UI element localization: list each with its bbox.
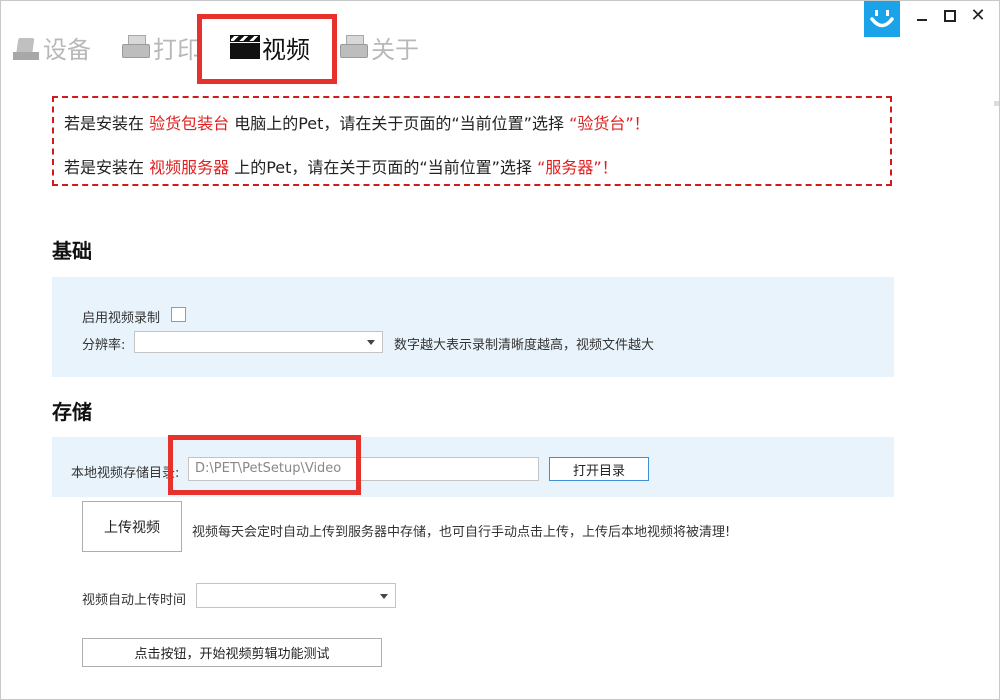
auto-upload-time-select[interactable] <box>196 583 396 608</box>
resolution-label: 分辨率: <box>82 338 126 353</box>
notice-line-2: 若是安装在 视频服务器 上的Pet，请在关于页面的“当前位置”选择 “服务器”！ <box>64 154 618 178</box>
device-icon <box>13 34 41 60</box>
notice-highlight: “验货台”！ <box>569 114 650 133</box>
maximize-button[interactable] <box>939 5 961 27</box>
notice-line-1: 若是安装在 验货包装台 电脑上的Pet，请在关于页面的“当前位置”选择 “验货台… <box>64 110 650 134</box>
resolution-select[interactable] <box>134 331 383 353</box>
enable-recording-checkbox[interactable] <box>171 307 186 322</box>
notice-text: 电脑上的Pet，请在关于页面的“当前位置”选择 <box>229 114 570 133</box>
upload-video-button[interactable]: 上传视频 <box>82 501 182 552</box>
close-icon: ✕ <box>970 5 986 26</box>
chevron-down-icon <box>380 594 388 599</box>
chevron-down-icon <box>367 340 375 345</box>
printer-icon <box>339 34 369 60</box>
smiley-icon <box>870 10 894 28</box>
maximize-icon <box>944 10 956 22</box>
basic-panel <box>52 277 894 377</box>
printer-icon <box>121 34 151 60</box>
notice-highlight: “服务器”！ <box>537 158 618 177</box>
tab-about-label: 关于 <box>371 35 419 64</box>
notice-box: 若是安装在 验货包装台 电脑上的Pet，请在关于页面的“当前位置”选择 “验货台… <box>52 96 892 186</box>
auto-upload-time-label: 视频自动上传时间 <box>82 593 187 608</box>
notice-text: 若是安装在 <box>64 158 150 177</box>
basic-section-title: 基础 <box>52 239 92 263</box>
storage-dir-highlight <box>168 435 361 495</box>
tab-device[interactable]: 设备 <box>13 27 91 67</box>
minimize-icon <box>917 19 927 21</box>
resolution-hint: 数字越大表示录制清晰度越高，视频文件越大 <box>394 338 655 353</box>
storage-section-title: 存储 <box>52 400 92 424</box>
tab-about[interactable]: 关于 <box>339 27 419 67</box>
enable-recording-label: 启用视频录制 <box>82 311 161 326</box>
app-logo[interactable] <box>864 1 900 37</box>
video-edit-test-button[interactable]: 点击按钮，开始视频剪辑功能测试 <box>82 638 382 667</box>
scrollbar-notch <box>994 101 999 106</box>
notice-highlight: 视频服务器 <box>149 158 230 177</box>
close-button[interactable]: ✕ <box>967 5 989 27</box>
tab-print-label: 打印 <box>153 35 201 64</box>
tab-device-label: 设备 <box>43 35 91 64</box>
notice-text: 若是安装在 <box>64 114 150 133</box>
tab-print[interactable]: 打印 <box>121 27 201 67</box>
notice-text: 上的Pet，请在关于页面的“当前位置”选择 <box>229 158 538 177</box>
local-dir-label: 本地视频存储目录: <box>71 466 180 481</box>
open-dir-button[interactable]: 打开目录 <box>549 457 649 481</box>
notice-highlight: 验货包装台 <box>149 114 230 133</box>
upload-hint: 视频每天会定时自动上传到服务器中存储，也可自行手动点击上传，上传后本地视频将被清… <box>192 525 731 540</box>
minimize-button[interactable] <box>911 5 933 27</box>
tab-video-highlight <box>197 14 337 84</box>
app-window: 设备 打印 视频 关于 ✕ 若是安装在 验货包装台 电脑上的Pet，请在关于页面… <box>0 0 1000 700</box>
